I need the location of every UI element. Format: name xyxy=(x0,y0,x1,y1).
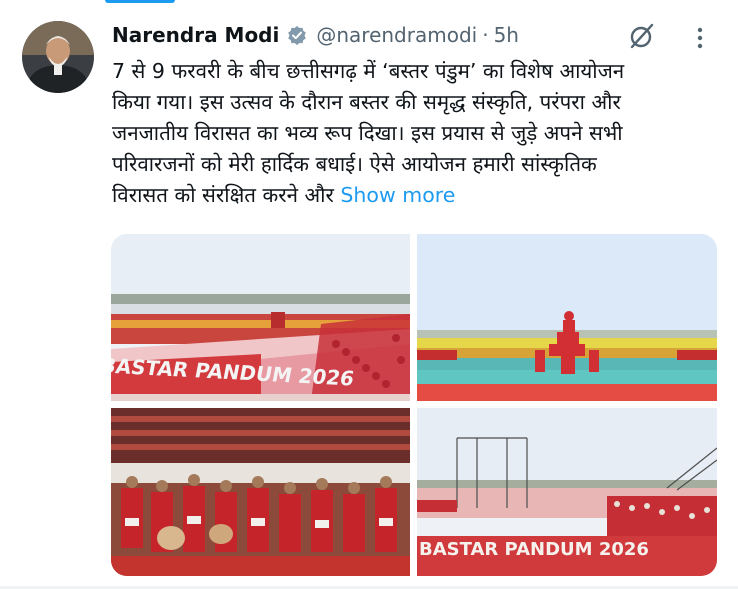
media-grid: BASTAR PANDUM 2026 BASTAR PANDUM 2026 xyxy=(111,234,717,576)
verified-badge-icon xyxy=(287,25,307,45)
author-handle[interactable]: @narendramodi xyxy=(316,23,477,47)
avatar-image xyxy=(22,21,94,93)
active-tab-indicator xyxy=(105,0,175,3)
tweet-text-line: जनजातीय विरासत का भव्य रूप दिखा। इस प्रय… xyxy=(112,121,623,145)
photo-tribal-dancers[interactable] xyxy=(111,408,410,576)
tweet-text-line: विरासत को संरक्षित करने और Show more xyxy=(112,180,712,211)
tweet-text-line: परिवारजनों को मेरी हार्दिक बधाई। ऐसे आयो… xyxy=(112,152,597,176)
separator-dot: · xyxy=(482,23,489,47)
photo-stadium-banner[interactable]: BASTAR PANDUM 2026 xyxy=(111,234,410,401)
more-options-icon[interactable] xyxy=(694,24,706,52)
tweet-text-line: 7 से 9 फरवरी के बीच छत्तीसगढ़ में ‘बस्तर… xyxy=(112,59,625,83)
avatar[interactable] xyxy=(22,21,94,93)
tweet-text: 7 से 9 फरवरी के बीच छत्तीसगढ़ में ‘बस्तर… xyxy=(112,56,712,211)
grok-icon[interactable] xyxy=(628,22,656,50)
tweet-text-line-end: विरासत को संरक्षित करने और xyxy=(112,183,334,207)
tweet-timestamp[interactable]: 5h xyxy=(494,23,519,47)
banner-text: BASTAR PANDUM 2026 xyxy=(419,539,649,560)
author-name[interactable]: Narendra Modi xyxy=(112,23,279,47)
show-more-link[interactable]: Show more xyxy=(340,183,455,207)
tweet-text-line: किया गया। इस उत्सव के दौरान बस्तर की समृ… xyxy=(112,90,621,114)
photo-human-pyramid[interactable] xyxy=(417,234,717,401)
photo-ground-banner[interactable]: BASTAR PANDUM 2026 xyxy=(417,408,717,576)
